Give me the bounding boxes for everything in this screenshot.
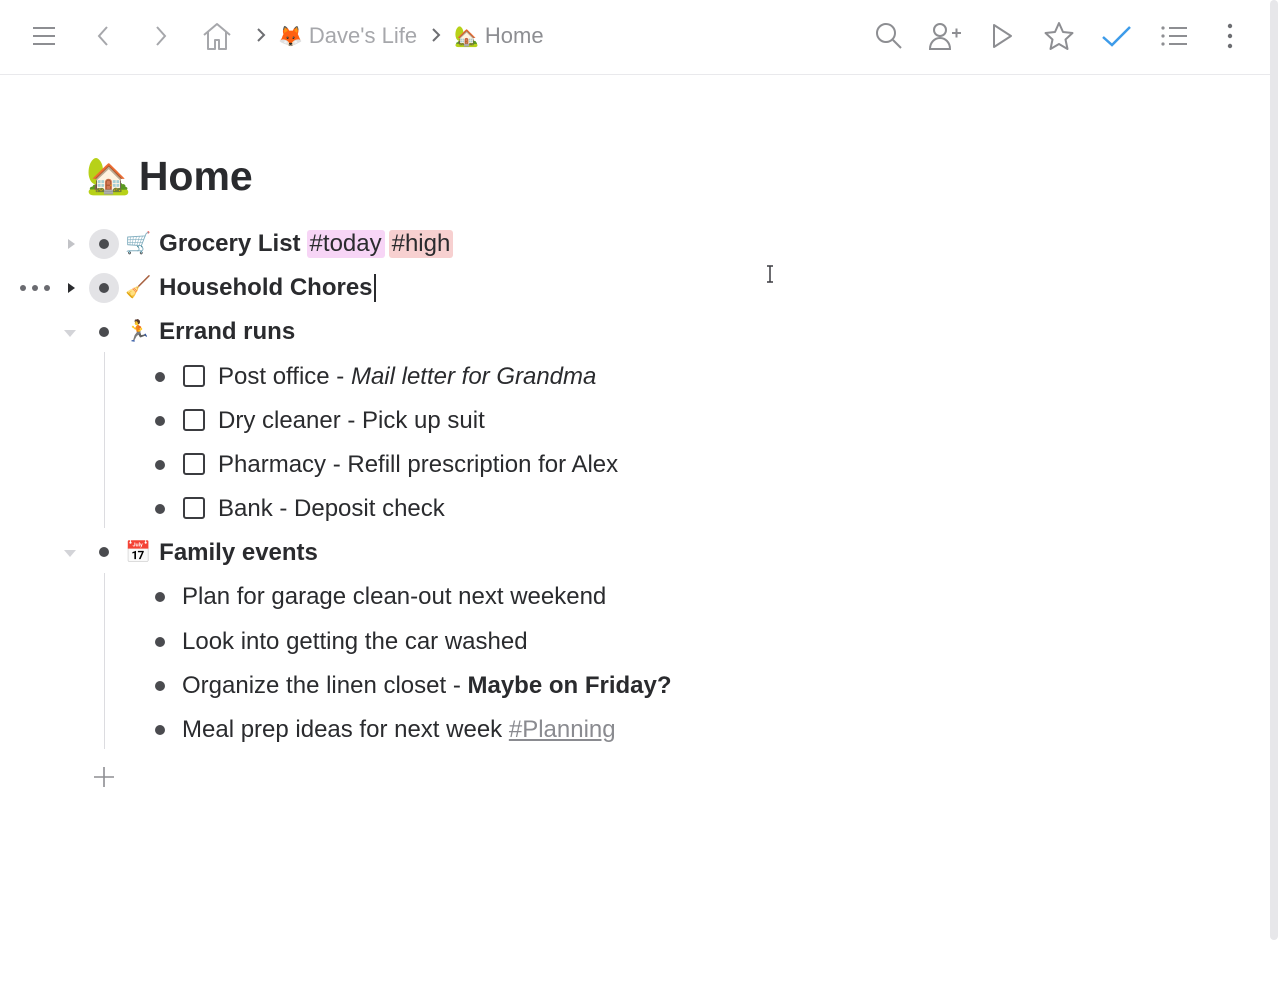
bullet[interactable] <box>94 542 114 562</box>
page-title-text: Home <box>138 152 253 199</box>
item-text: Bank - Deposit check <box>218 495 445 522</box>
expand-toggle-icon[interactable] <box>61 278 81 298</box>
list-item-garage[interactable]: Plan for garage clean-out next weekend <box>182 580 606 614</box>
chevron-right-icon <box>430 25 444 45</box>
scrollbar[interactable] <box>1270 0 1278 940</box>
breadcrumb-page-label: Home <box>484 23 544 48</box>
breadcrumb-page[interactable]: 🏡 Home <box>454 21 544 51</box>
add-item-icon[interactable] <box>92 765 116 789</box>
item-text: Meal prep ideas for next week <box>182 716 509 743</box>
item-text: Plan for garage clean-out next weekend <box>182 583 607 610</box>
forward-icon[interactable] <box>144 19 178 53</box>
collapse-toggle-icon[interactable] <box>60 323 80 343</box>
bullet[interactable] <box>150 587 170 607</box>
indent-guide <box>104 573 105 749</box>
bullet[interactable] <box>94 322 114 342</box>
collapsed-bullet[interactable] <box>89 229 119 259</box>
more-horizontal-icon[interactable] <box>20 278 50 298</box>
item-text: Post office - <box>218 363 351 390</box>
indent-guide <box>104 352 105 528</box>
todo-checkbox[interactable] <box>183 453 205 475</box>
list-item-errand-runs[interactable]: 🏃 Errand runs <box>125 315 295 349</box>
bullet[interactable] <box>150 455 170 475</box>
bullet[interactable] <box>150 676 170 696</box>
bullet[interactable] <box>150 720 170 740</box>
todo-item-pharmacy[interactable]: Pharmacy - Refill prescription for Alex <box>218 448 618 482</box>
house-icon: 🏡 <box>454 25 479 48</box>
collapse-toggle-icon[interactable] <box>60 543 80 563</box>
list-item-household-chores[interactable]: 🧹 Household Chores <box>125 271 376 305</box>
add-person-icon[interactable] <box>928 19 962 53</box>
tag-planning[interactable]: #Planning <box>509 716 616 744</box>
text-cursor <box>373 274 376 302</box>
calendar-icon: 📅 <box>125 541 152 564</box>
list-item-linen-closet[interactable]: Organize the linen closet - Maybe on Fri… <box>182 669 672 703</box>
play-icon[interactable] <box>985 19 1019 53</box>
chevron-right-icon <box>255 25 269 45</box>
collapsed-bullet[interactable] <box>89 273 119 303</box>
tag-today[interactable]: #today <box>306 230 385 258</box>
check-icon[interactable] <box>1099 19 1133 53</box>
todo-checkbox[interactable] <box>183 409 205 431</box>
list-item-grocery[interactable]: 🛒 Grocery List #today #high <box>125 227 454 261</box>
list-icon[interactable] <box>1157 19 1191 53</box>
todo-item-post-office[interactable]: Post office - Mail letter for Grandma <box>218 360 596 394</box>
item-text: Look into getting the car washed <box>182 628 528 655</box>
todo-item-bank[interactable]: Bank - Deposit check <box>218 492 445 526</box>
tag-high[interactable]: #high <box>388 230 454 258</box>
item-bold: Maybe on Friday? <box>467 672 672 699</box>
breadcrumb-workspace[interactable]: 🦊 Dave's Life <box>278 21 417 51</box>
item-text: Pharmacy - Refill prescription for Alex <box>218 451 619 478</box>
cart-icon: 🛒 <box>125 232 152 255</box>
bullet[interactable] <box>150 499 170 519</box>
item-text: Dry cleaner - Pick up suit <box>218 407 485 434</box>
expand-toggle-icon[interactable] <box>61 234 81 254</box>
star-icon[interactable] <box>1042 19 1076 53</box>
item-title: Errand runs <box>159 318 296 345</box>
breadcrumb-workspace-label: Dave's Life <box>308 23 418 48</box>
item-title[interactable]: Household Chores <box>159 274 372 302</box>
fox-icon: 🦊 <box>278 25 303 48</box>
top-toolbar: 🦊 Dave's Life 🏡 Home <box>0 0 1270 75</box>
bullet[interactable] <box>150 411 170 431</box>
list-item-car-wash[interactable]: Look into getting the car washed <box>182 625 528 659</box>
more-vertical-icon[interactable] <box>1213 19 1247 53</box>
bullet[interactable] <box>150 632 170 652</box>
todo-checkbox[interactable] <box>183 365 205 387</box>
broom-icon: 🧹 <box>125 276 152 299</box>
item-title: Family events <box>159 539 318 566</box>
list-item-family-events[interactable]: 📅 Family events <box>125 536 318 570</box>
house-icon: 🏡 <box>86 155 131 196</box>
list-item-meal-prep[interactable]: Meal prep ideas for next week #Planning <box>182 713 616 747</box>
page-title[interactable]: 🏡 Home <box>86 148 253 204</box>
item-title: Grocery List <box>159 230 301 257</box>
bullet[interactable] <box>150 367 170 387</box>
search-icon[interactable] <box>872 19 906 53</box>
home-icon[interactable] <box>200 19 234 53</box>
item-text: Organize the linen closet - <box>182 672 468 699</box>
ibeam-cursor-icon <box>764 264 776 284</box>
item-emphasis: Mail letter for Grandma <box>350 363 597 390</box>
menu-icon[interactable] <box>27 19 61 53</box>
todo-item-dry-cleaner[interactable]: Dry cleaner - Pick up suit <box>218 404 485 438</box>
todo-checkbox[interactable] <box>183 497 205 519</box>
runner-icon: 🏃 <box>125 320 152 343</box>
back-icon[interactable] <box>86 19 120 53</box>
